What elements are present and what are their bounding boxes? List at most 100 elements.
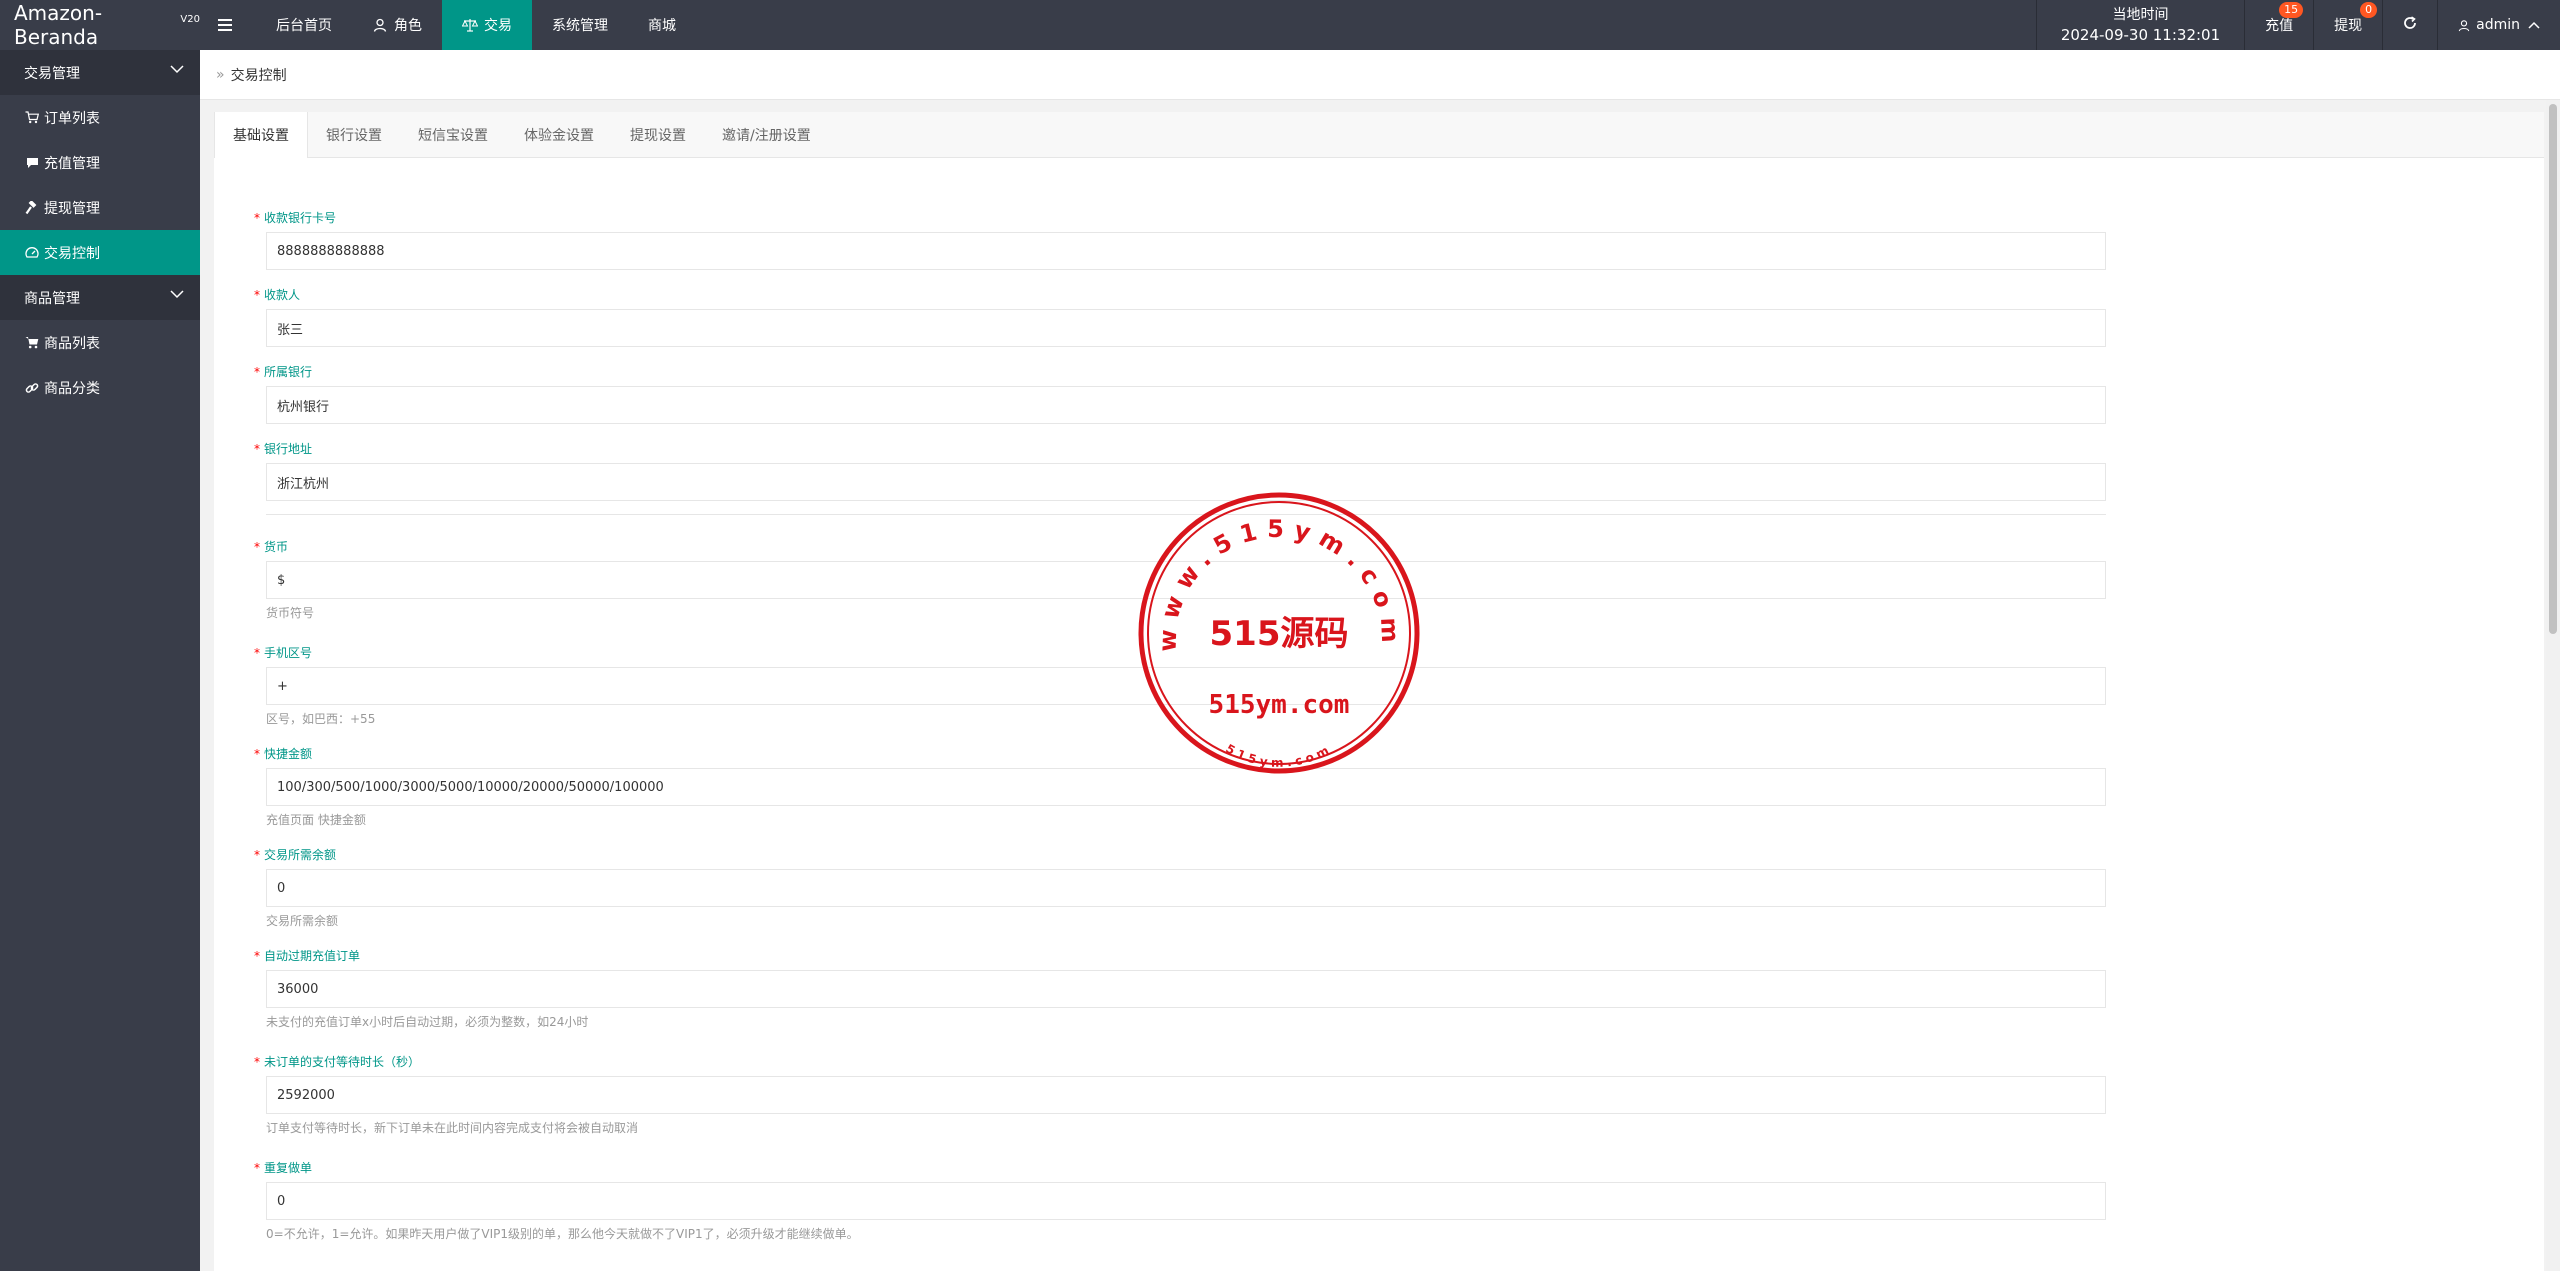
nav-home[interactable]: 后台首页 [256,0,352,50]
sidebar-item-trade-control[interactable]: 交易控制 [0,230,200,275]
section-divider [266,514,2106,515]
sidebar-group-goods[interactable]: 商品管理 [0,275,200,320]
required-mark: * [254,646,260,660]
withdraw-link[interactable]: 提现 0 [2313,0,2382,50]
field-help: 订单支付等待时长，新下订单未在此时间内容完成支付将会被自动取消 [266,1121,639,1135]
user-menu[interactable]: admin [2437,0,2560,50]
required-mark: * [254,848,260,862]
bank-input[interactable] [266,386,2106,424]
scale-icon [462,17,478,33]
header-right: 当地时间 2024-09-30 11:32:01 充值 15 提现 0 admi… [2035,0,2560,50]
sidebar-group-trade[interactable]: 交易管理 [0,50,200,95]
sidebar-group-goods-label: 商品管理 [24,290,80,307]
nav-trade-label: 交易 [484,18,512,34]
username: admin [2476,17,2520,33]
breadcrumb: » 交易控制 [200,50,2560,100]
breadcrumb-current[interactable]: 交易控制 [231,65,287,85]
field-label-text: 收款人 [264,288,301,302]
tab-basic[interactable]: 基础设置 [214,112,308,158]
field-help: 未支付的充值订单x小时后自动过期，必须为整数，如24小时 [266,1015,589,1029]
required-mark: * [254,1161,260,1175]
payment-wait-input[interactable] [266,1076,2106,1114]
field-auto-expire: * 自动过期充值订单 未支付的充值订单x小时后自动过期，必须为整数，如24小时 [254,948,2106,1030]
recharge-badge: 15 [2279,2,2304,18]
sidebar-item-label: 交易控制 [44,245,100,262]
field-label: * 重复做单 [254,1160,2106,1176]
required-mark: * [254,949,260,963]
app-title: Amazon-Beranda [14,1,103,49]
chevron-down-icon [170,289,184,299]
sidebar-item-withdraw[interactable]: 提现管理 [0,185,200,230]
local-time-label: 当地时间 [2112,7,2169,23]
top-nav: 后台首页 角色 交易 系统管理 商城 [200,0,696,50]
auto-expire-input[interactable] [266,970,2106,1008]
sidebar-item-label: 提现管理 [44,200,100,217]
field-label-text: 自动过期充值订单 [264,949,361,963]
required-mark: * [254,288,260,302]
link-icon [24,380,40,396]
menu-toggle-button[interactable] [200,0,256,50]
cart-icon [24,110,40,126]
local-time-value: 2024-09-30 11:32:01 [2060,26,2221,44]
field-required-balance: * 交易所需余额 交易所需余额 [254,847,2106,929]
bank-card-input[interactable] [266,232,2106,270]
repeat-order-input[interactable] [266,1182,2106,1220]
sidebar-group-trade-label: 交易管理 [24,65,80,82]
nav-system-label: 系统管理 [552,18,608,34]
nav-roles-label: 角色 [394,18,422,34]
sidebar-item-label: 订单列表 [44,110,100,127]
tab-trial-fund[interactable]: 体验金设置 [506,112,612,157]
bank-address-input[interactable] [266,463,2106,501]
nav-mall-label: 商城 [648,18,676,34]
settings-card: 基础设置 银行设置 短信宝设置 体验金设置 提现设置 邀请/注册设置 * 收款银行… [214,112,2544,1271]
tab-withdraw[interactable]: 提现设置 [612,112,704,157]
field-bank-card: * 收款银行卡号 [254,210,2106,270]
refresh-button[interactable] [2382,0,2437,50]
field-label-text: 快捷金额 [264,747,313,761]
settings-tabs: 基础设置 银行设置 短信宝设置 体验金设置 提现设置 邀请/注册设置 [214,112,2544,158]
field-label: * 自动过期充值订单 [254,948,2106,964]
required-balance-input[interactable] [266,869,2106,907]
sidebar-item-recharge[interactable]: 充值管理 [0,140,200,185]
nav-home-label: 后台首页 [276,18,332,34]
sidebar-item-goods-category[interactable]: 商品分类 [0,365,200,410]
chat-icon [24,155,40,171]
nav-trade[interactable]: 交易 [442,0,532,50]
local-time: 当地时间 2024-09-30 11:32:01 [2035,0,2244,50]
field-payment-wait: * 未订单的支付等待时长（秒） 订单支付等待时长，新下订单未在此时间内容完成支付将… [254,1054,2106,1136]
app-logo[interactable]: Amazon-Beranda V20 [0,0,200,50]
withdraw-badge: 0 [2360,2,2378,18]
field-repeat-order: * 重复做单 0=不允许，1=允许。如果昨天用户做了VIP1级别的单，那么他今天就… [254,1160,2106,1242]
shopping-cart-icon [24,335,40,351]
field-label-text: 所属银行 [264,365,313,379]
phone-code-input[interactable] [266,667,2106,705]
field-label: * 交易所需余额 [254,847,2106,863]
sidebar-item-orders[interactable]: 订单列表 [0,95,200,140]
nav-system[interactable]: 系统管理 [532,0,628,50]
payee-input[interactable] [266,309,2106,347]
tab-invite-register[interactable]: 邀请/注册设置 [704,112,829,157]
withdraw-label: 提现 [2334,18,2363,34]
tab-bank[interactable]: 银行设置 [308,112,400,157]
nav-roles[interactable]: 角色 [352,0,442,50]
recharge-label: 充值 [2265,18,2294,34]
currency-input[interactable] [266,561,2106,599]
nav-mall[interactable]: 商城 [628,0,696,50]
sidebar-item-goods-list[interactable]: 商品列表 [0,320,200,365]
field-label-text: 货币 [264,540,289,554]
field-label-text: 手机区号 [264,646,313,660]
recharge-link[interactable]: 充值 15 [2244,0,2313,50]
field-help: 交易所需余额 [266,914,339,928]
chevron-up-icon [2528,21,2540,29]
scrollbar-thumb[interactable] [2549,104,2557,634]
gauge-icon [24,245,40,261]
field-help: 0=不允许，1=允许。如果昨天用户做了VIP1级别的单，那么他今天就做不了VIP… [266,1227,859,1241]
tab-sms[interactable]: 短信宝设置 [400,112,506,157]
field-currency: * 货币 货币符号 [254,539,2106,621]
field-label: * 手机区号 [254,645,2106,661]
chevron-down-icon [170,64,184,74]
user-avatar-icon [2458,19,2470,32]
user-icon [372,17,388,33]
field-label-text: 交易所需余额 [264,848,337,862]
quick-amounts-input[interactable] [266,768,2106,806]
